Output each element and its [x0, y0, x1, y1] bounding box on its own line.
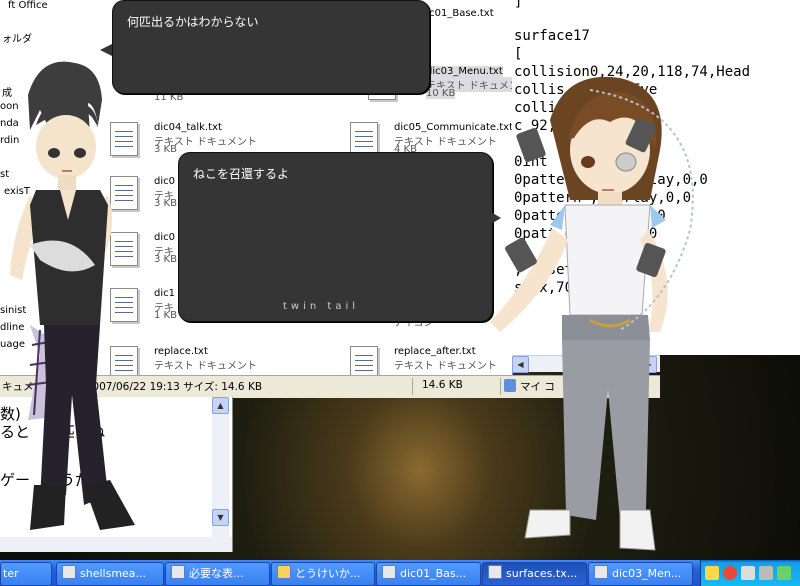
- balloon-text: ねこを召還するよ: [193, 167, 290, 181]
- app-icon[interactable]: [741, 566, 755, 580]
- notepad-icon: [488, 565, 502, 579]
- taskbar-button[interactable]: ter: [0, 562, 52, 586]
- taskbar-button[interactable]: 必要な表...: [165, 562, 270, 586]
- network-icon[interactable]: [777, 566, 791, 580]
- scroll-up-icon[interactable]: ▲: [212, 397, 229, 414]
- taskbar-button-label: 必要な表...: [189, 567, 244, 580]
- speech-balloon-middle[interactable]: ねこを召還するよ twin tail: [178, 152, 493, 322]
- balloon-pointer: [100, 44, 112, 56]
- left-character-sprite[interactable]: [0, 55, 170, 560]
- window-icon: [171, 565, 185, 579]
- taskbar-button[interactable]: とうけいか...: [271, 562, 375, 586]
- scroll-down-icon[interactable]: ▼: [212, 509, 229, 526]
- code-line: surface17: [514, 28, 590, 44]
- stop-icon[interactable]: [723, 566, 737, 580]
- balloon-footer-logo: twin tail: [283, 301, 359, 312]
- notepad-icon: [382, 565, 396, 579]
- tree-item[interactable]: ft Office: [8, 0, 48, 11]
- taskbar-button-label: とうけいか...: [295, 567, 361, 580]
- taskbar-button-label: shellsmea...: [80, 567, 147, 580]
- folder-icon: [277, 565, 291, 579]
- system-tray: [700, 560, 800, 586]
- status-size: 14.6 KB: [422, 379, 463, 391]
- code-line: ]: [514, 0, 523, 10]
- taskbar: ter shellsmea... 必要な表... とうけいか... dic01_…: [0, 560, 800, 586]
- notepad-icon: [594, 565, 608, 579]
- taskbar-button[interactable]: shellsmea...: [56, 562, 164, 586]
- taskbar-button-label: surfaces.tx...: [506, 567, 578, 580]
- balloon-text: 何匹出るかはわからない: [127, 15, 259, 29]
- editor-scrollbar[interactable]: ▲ ▼: [212, 397, 229, 537]
- taskbar-button[interactable]: dic03_Men...: [588, 562, 693, 586]
- balloon-pointer: [491, 212, 501, 224]
- text-file-icon: [350, 122, 378, 156]
- status-divider: [412, 378, 413, 395]
- taskbar-button-label: dic01_Bas...: [400, 567, 467, 580]
- taskbar-button-label: ter: [3, 567, 19, 580]
- tree-item[interactable]: ォルダ: [2, 30, 32, 45]
- taskbar-button-label: dic03_Men...: [612, 567, 682, 580]
- right-character-sprite[interactable]: [470, 70, 720, 560]
- taskbar-button[interactable]: dic01_Bas...: [376, 562, 481, 586]
- file-size: 10 KB: [426, 88, 456, 99]
- help-icon[interactable]: [705, 566, 719, 580]
- printer-icon[interactable]: [759, 566, 773, 580]
- code-line: [: [514, 46, 523, 62]
- window-icon: [62, 565, 76, 579]
- taskbar-button[interactable]: surfaces.tx...: [482, 562, 587, 586]
- speech-balloon-top[interactable]: 何匹出るかはわからない: [112, 0, 430, 94]
- file-name: dic01_Base.txt: [420, 8, 494, 19]
- file-name: replace_after.txt: [394, 346, 476, 357]
